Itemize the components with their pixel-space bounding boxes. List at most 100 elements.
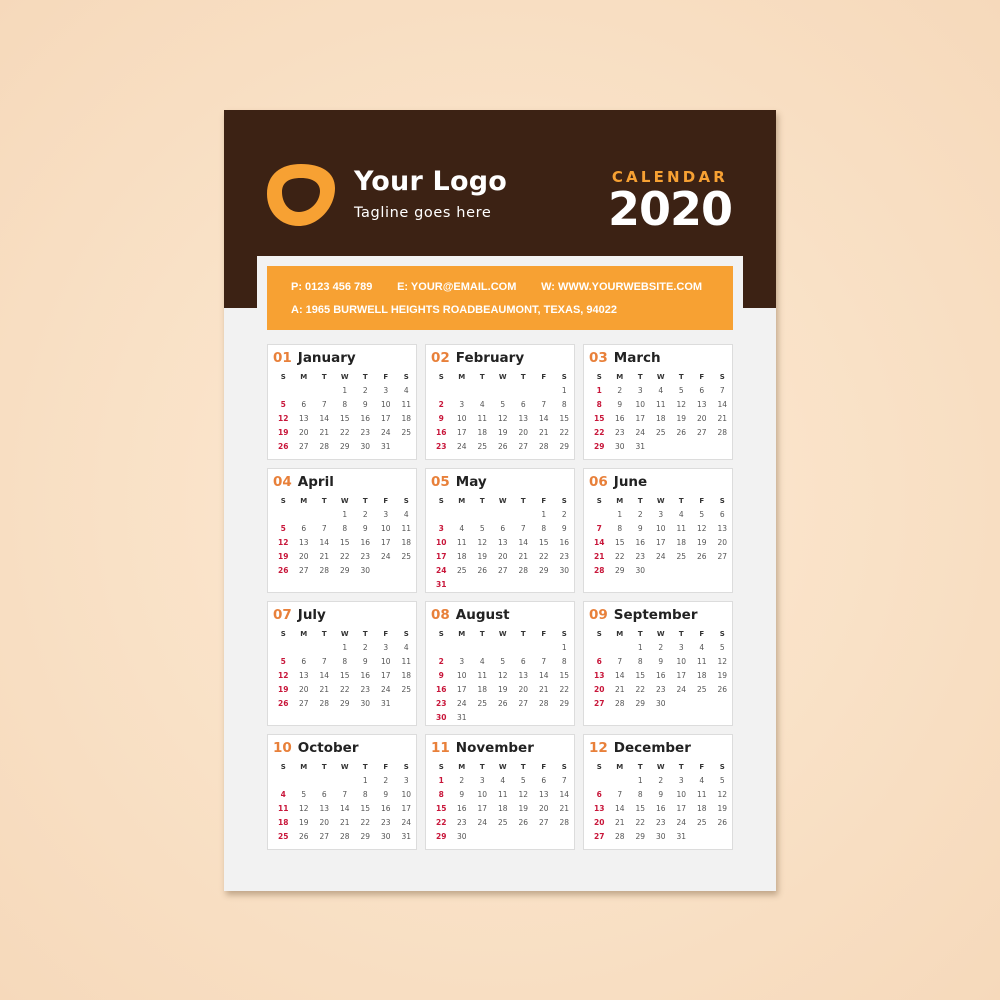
day-cell: 23 bbox=[456, 818, 467, 827]
day-cell: 15 bbox=[614, 538, 625, 547]
day-cell: 16 bbox=[360, 414, 371, 423]
month-title: 11 November bbox=[431, 740, 570, 760]
day-cell: 17 bbox=[655, 538, 666, 547]
month-name: October bbox=[297, 740, 359, 756]
day-cell: 11 bbox=[401, 524, 412, 533]
day-cell: 28 bbox=[538, 442, 549, 451]
day-cell: 15 bbox=[339, 671, 350, 680]
contact-email: E: YOUR@EMAIL.COM bbox=[397, 281, 517, 293]
day-cell: 14 bbox=[614, 804, 625, 813]
day-cell: 30 bbox=[655, 699, 666, 708]
empty-day-cell bbox=[294, 384, 315, 398]
day-cell: 4 bbox=[459, 524, 465, 533]
weekday-header: T bbox=[479, 763, 485, 771]
logo-name: Your Logo bbox=[354, 166, 507, 197]
weekday-header: T bbox=[678, 497, 684, 505]
empty-day-cell bbox=[314, 384, 335, 398]
sunday-day-cell: 3 bbox=[438, 524, 444, 533]
day-cell: 30 bbox=[655, 832, 666, 841]
weekday-header: T bbox=[678, 630, 684, 638]
day-cell: 8 bbox=[541, 524, 547, 533]
sunday-day-cell: 9 bbox=[438, 671, 444, 680]
sunday-day-cell: 26 bbox=[278, 699, 289, 708]
day-cell: 27 bbox=[497, 566, 508, 575]
month-january: 01 January S M T W T F S 1 2 3 4 5 6 7 8 9 10 11 12 13 14 15 16 1… bbox=[267, 344, 417, 460]
month-title: 03 March bbox=[589, 350, 728, 370]
day-cell: 12 bbox=[696, 524, 707, 533]
sunday-day-cell: 29 bbox=[594, 442, 605, 451]
empty-day-cell bbox=[273, 774, 294, 788]
weekday-header: S bbox=[596, 763, 602, 771]
day-grid: S M T W T F S 1 2 3 4 5 6 7 8 9 10 11 12 13 14 15 16 17 18 19 20 21… bbox=[589, 627, 728, 711]
month-number: 01 bbox=[273, 350, 292, 366]
month-name: December bbox=[613, 740, 691, 756]
contact-row: P: 0123 456 789 E: YOUR@EMAIL.COM W: WWW… bbox=[291, 281, 702, 293]
month-august: 08 August S M T W T F S 1 2 3 4 5 6 7 8 9 10 11 12 13 14 15 16 17… bbox=[425, 601, 575, 726]
day-cell: 12 bbox=[717, 790, 728, 799]
weekday-header: T bbox=[678, 763, 684, 771]
day-cell: 30 bbox=[360, 566, 371, 575]
day-cell: 12 bbox=[676, 400, 687, 409]
day-cell: 11 bbox=[477, 671, 488, 680]
day-cell: 14 bbox=[538, 671, 549, 680]
weekday-header: W bbox=[498, 373, 507, 381]
weekday-header: S bbox=[438, 497, 444, 505]
day-cell: 22 bbox=[360, 818, 371, 827]
day-cell: 16 bbox=[360, 671, 371, 680]
day-cell: 25 bbox=[696, 685, 707, 694]
month-name: September bbox=[613, 607, 698, 623]
day-cell: 8 bbox=[362, 790, 368, 799]
month-december: 12 December S M T W T F S 1 2 3 4 5 6 7 8 9 10 11 12 13 14 15 16… bbox=[583, 734, 733, 850]
weekday-header: T bbox=[678, 373, 684, 381]
day-cell: 16 bbox=[655, 804, 666, 813]
weekday-header: M bbox=[616, 373, 624, 381]
day-grid: S M T W T F S 1 2 3 4 5 6 7 8 9 10 11 12 13 14 15 16 17 18 19 20 21… bbox=[431, 370, 570, 454]
day-cell: 24 bbox=[456, 442, 467, 451]
day-cell: 25 bbox=[401, 552, 412, 561]
day-cell: 3 bbox=[637, 386, 643, 395]
day-cell: 5 bbox=[479, 524, 485, 533]
day-grid: S M T W T F S 1 2 3 4 5 6 7 8 9 10 11 12 13 14 15 16 17 18 19 20 21… bbox=[273, 760, 412, 844]
day-cell: 10 bbox=[477, 790, 488, 799]
day-cell: 19 bbox=[497, 428, 508, 437]
day-cell: 30 bbox=[380, 832, 391, 841]
day-cell: 14 bbox=[319, 671, 330, 680]
month-number: 03 bbox=[589, 350, 608, 366]
day-cell: 10 bbox=[635, 400, 646, 409]
day-cell: 28 bbox=[614, 832, 625, 841]
day-cell: 24 bbox=[380, 428, 391, 437]
month-november: 11 November S M T W T F S 1 2 3 4 5 6 7 8 9 10 11 12 13 14 15 16… bbox=[425, 734, 575, 850]
day-cell: 23 bbox=[655, 685, 666, 694]
day-cell: 16 bbox=[559, 538, 570, 547]
day-cell: 2 bbox=[362, 386, 368, 395]
day-cell: 21 bbox=[319, 428, 330, 437]
month-title: 05 May bbox=[431, 474, 570, 494]
day-grid: S M T W T F S 1 2 3 4 5 6 7 8 9 10 11 12 13 14 15 16 17 18 19 20 21… bbox=[273, 627, 412, 711]
weekday-header: S bbox=[561, 373, 567, 381]
month-number: 09 bbox=[589, 607, 608, 623]
weekday-header: F bbox=[383, 497, 389, 505]
day-cell: 5 bbox=[520, 776, 526, 785]
month-april: 04 April S M T W T F S 1 2 3 4 5 6 7 8 9 10 11 12 13 14 15 16 17 1… bbox=[267, 468, 417, 593]
day-cell: 4 bbox=[479, 657, 485, 666]
day-cell: 5 bbox=[699, 510, 705, 519]
weekday-header: S bbox=[438, 630, 444, 638]
day-cell: 9 bbox=[561, 524, 567, 533]
weekday-header: M bbox=[458, 630, 466, 638]
day-cell: 13 bbox=[497, 538, 508, 547]
day-cell: 24 bbox=[380, 685, 391, 694]
day-cell: 31 bbox=[635, 442, 646, 451]
empty-day-cell bbox=[273, 384, 294, 398]
weekday-header: M bbox=[616, 763, 624, 771]
day-cell: 11 bbox=[477, 414, 488, 423]
empty-day-cell bbox=[513, 641, 534, 655]
day-cell: 7 bbox=[617, 790, 623, 799]
day-cell: 7 bbox=[342, 790, 348, 799]
day-cell: 14 bbox=[538, 414, 549, 423]
day-cell: 28 bbox=[319, 566, 330, 575]
day-cell: 17 bbox=[456, 685, 467, 694]
weekday-header: S bbox=[561, 763, 567, 771]
weekday-header: W bbox=[340, 373, 349, 381]
day-cell: 29 bbox=[559, 442, 570, 451]
day-cell: 2 bbox=[459, 776, 465, 785]
